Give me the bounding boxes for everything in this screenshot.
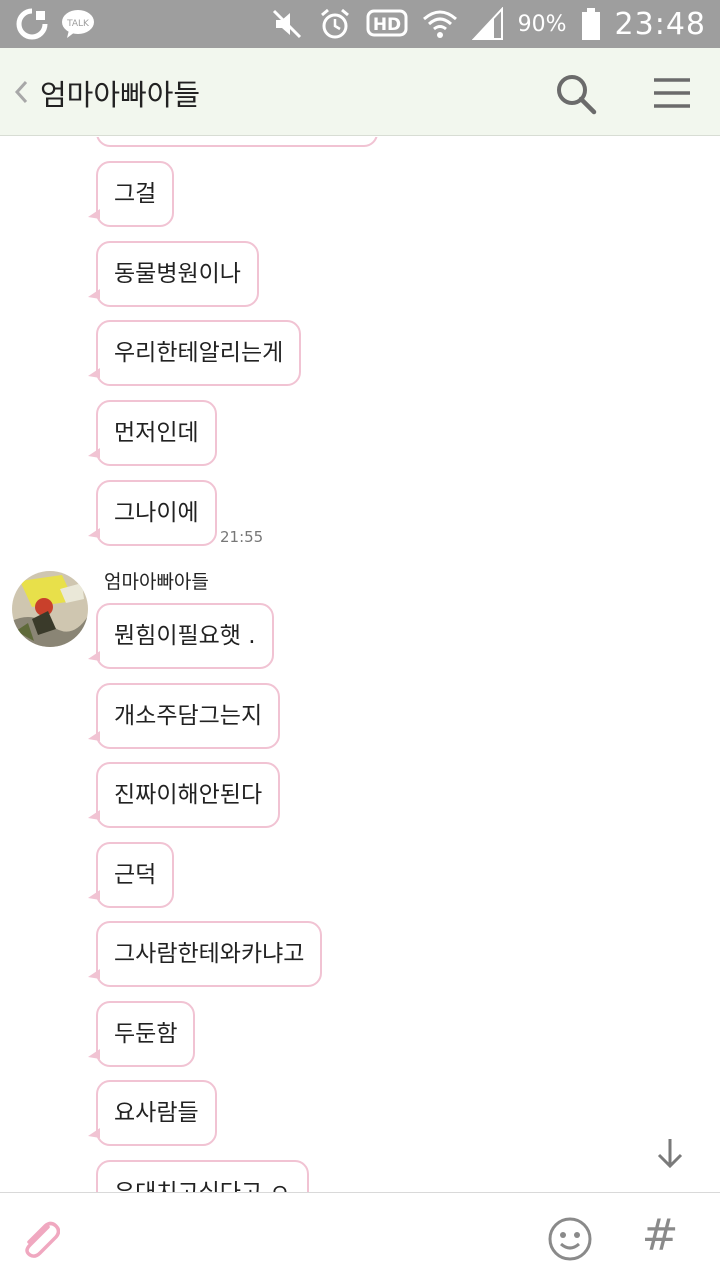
- back-icon[interactable]: [8, 72, 34, 112]
- message-bubble[interactable]: 그걸: [87, 161, 175, 227]
- message-bubble[interactable]: 우리한테알리는게: [87, 320, 302, 386]
- battery-icon: [581, 8, 600, 40]
- svg-text:HD: HD: [372, 15, 400, 35]
- paperclip-icon[interactable]: [18, 1215, 60, 1259]
- o-app-icon: [16, 8, 48, 40]
- message-time: 21:55: [220, 528, 264, 546]
- mute-icon: [272, 9, 301, 39]
- message-bubble[interactable]: 동물병원이나: [88, 241, 259, 307]
- avatar[interactable]: [12, 571, 88, 647]
- svg-text:TALK: TALK: [66, 19, 90, 29]
- emoticon-icon[interactable]: [546, 1215, 594, 1263]
- signal-icon: [471, 7, 503, 40]
- chat-title: 엄마아빠아들: [40, 78, 201, 112]
- kakaotalk-icon: TALK: [62, 10, 94, 38]
- hashtag-icon[interactable]: #: [638, 1211, 682, 1261]
- message-list[interactable]: 그걸 동물병원이나 우리한테알리는게 먼저인데 그나이에 21:55 엄마아빠아…: [0, 137, 720, 1192]
- message-bubble[interactable]: 그사람한테와카냐고: [87, 921, 323, 987]
- message-bubble[interactable]: 근덕: [87, 842, 175, 908]
- message-bubble[interactable]: 먼저인데: [88, 400, 217, 466]
- message-bubble[interactable]: 개소주담그는지: [87, 683, 281, 749]
- sender-name: 엄마아빠아들: [104, 571, 209, 593]
- message-bubble[interactable]: 두둔함: [87, 1001, 196, 1067]
- message-bubble-partial: [96, 137, 378, 151]
- scroll-down-arrow-icon[interactable]: [652, 1135, 688, 1171]
- message-bubble[interactable]: 요사람들: [88, 1080, 217, 1146]
- chat-header: 엄마아빠아들: [0, 48, 720, 136]
- search-icon[interactable]: [554, 72, 598, 116]
- alarm-icon: [320, 8, 349, 39]
- menu-icon[interactable]: [650, 74, 694, 114]
- hd-voice-icon: HD: [366, 9, 408, 37]
- input-bar: #: [0, 1192, 720, 1280]
- message-bubble[interactable]: 그나이에: [88, 480, 217, 546]
- message-bubble[interactable]: 진짜이해안된다: [87, 762, 281, 828]
- battery-percent: 90%: [517, 11, 567, 37]
- clock: 23:48: [614, 6, 706, 42]
- status-bar: TALK HD 90% 23:48: [0, 0, 720, 48]
- message-bubble[interactable]: 뭔힘이필요햇 .: [88, 603, 274, 669]
- message-bubble[interactable]: 우대치고싶다고 ㅇ: [96, 1160, 309, 1192]
- wifi-icon: [422, 10, 457, 38]
